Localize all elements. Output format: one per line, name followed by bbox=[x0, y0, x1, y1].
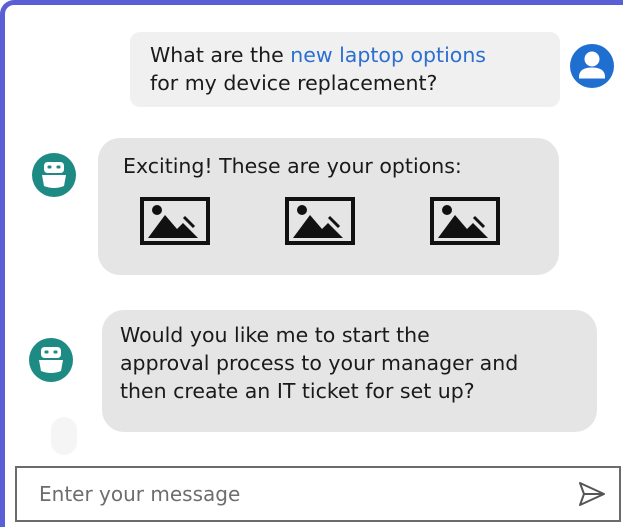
robot-icon bbox=[42, 162, 66, 188]
bot-message-line: then create an IT ticket for set up? bbox=[120, 379, 475, 403]
bot-message-text: Exciting! These are your options: bbox=[123, 154, 462, 178]
bot-message-line: Would you like me to start the bbox=[120, 323, 430, 347]
person-icon bbox=[579, 51, 605, 79]
typing-indicator bbox=[51, 417, 77, 455]
bot-message-bubble: Would you like me to start the approval … bbox=[102, 310, 597, 432]
image-placeholder-icon[interactable] bbox=[140, 196, 210, 246]
bot-message-line: approval process to your manager and bbox=[120, 351, 519, 375]
bot-avatar bbox=[29, 338, 73, 382]
user-message-text: What are the bbox=[150, 43, 291, 67]
robot-icon bbox=[39, 347, 63, 373]
send-icon[interactable] bbox=[577, 480, 607, 508]
new-laptop-options-link[interactable]: new laptop options bbox=[290, 43, 486, 67]
message-composer bbox=[15, 466, 621, 522]
message-input[interactable] bbox=[17, 468, 579, 520]
image-placeholder-icon[interactable] bbox=[430, 196, 500, 246]
user-avatar bbox=[570, 44, 614, 88]
chat-window: What are the new laptop options for my d… bbox=[0, 0, 623, 527]
bot-avatar bbox=[32, 153, 76, 197]
image-placeholder-icon[interactable] bbox=[285, 196, 355, 246]
user-message-bubble: What are the new laptop options for my d… bbox=[130, 32, 560, 107]
user-message-text-continued: for my device replacement? bbox=[150, 71, 438, 95]
